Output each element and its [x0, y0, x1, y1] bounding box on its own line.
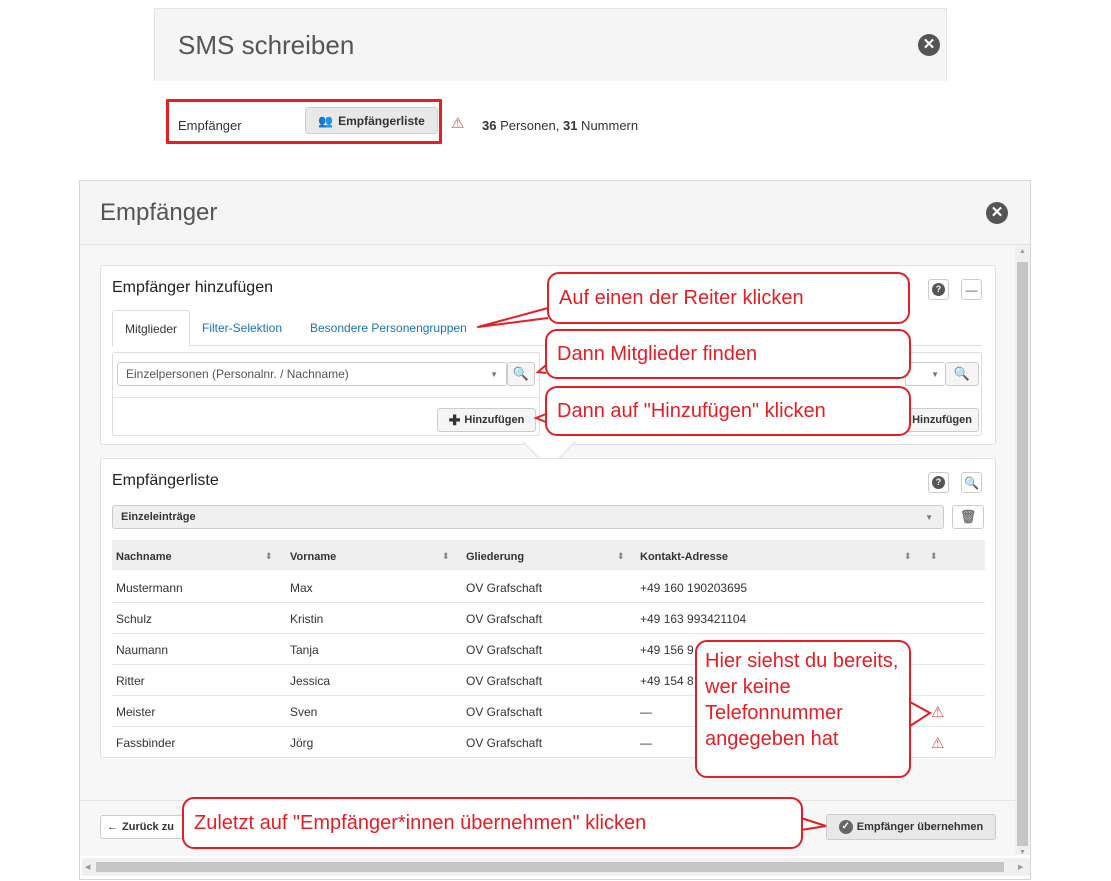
annotation-no-phone: Hier siehst du bereits, wer keine Telefo… — [695, 640, 911, 778]
annotation-accept: Zuletzt auf "Empfänger*innen übernehmen"… — [182, 797, 803, 849]
annotation-lines — [477, 307, 932, 831]
annotation-tabs: Auf einen der Reiter klicken — [547, 272, 910, 324]
annotation-add: Dann auf "Hinzufügen" klicken — [545, 386, 911, 436]
annotation-find: Dann Mitglieder finden — [545, 329, 911, 379]
